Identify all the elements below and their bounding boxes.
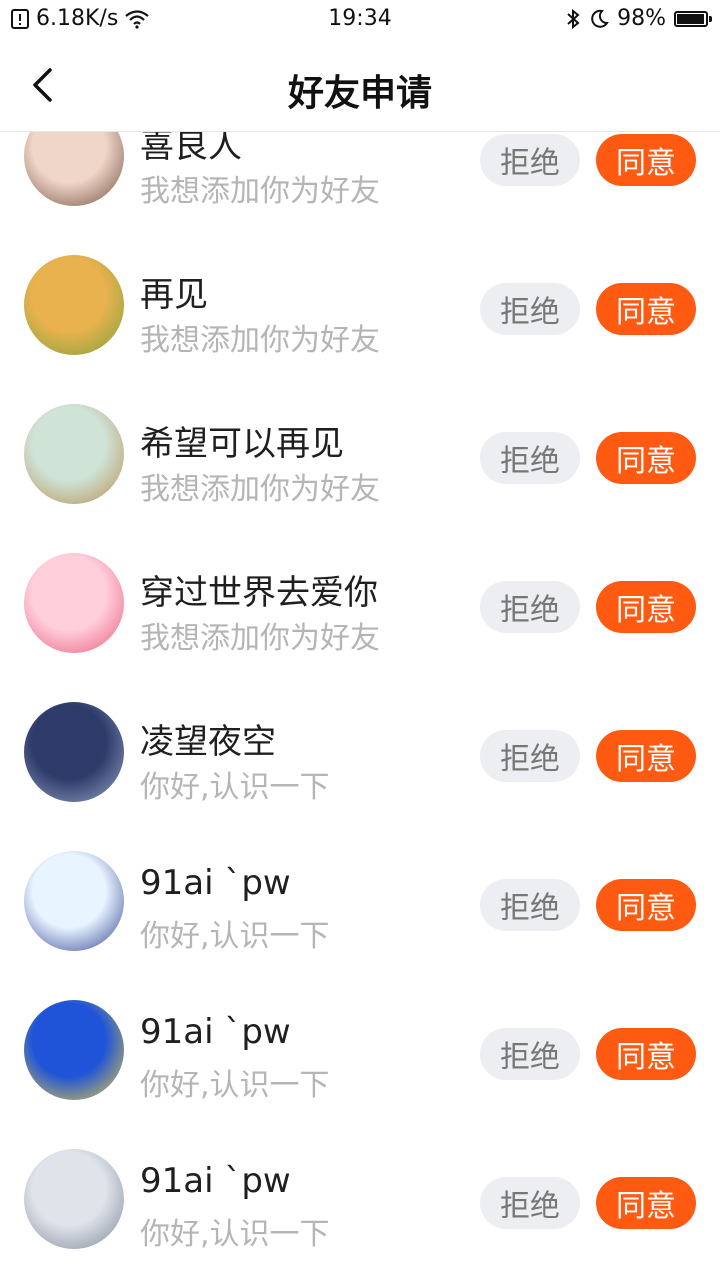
friend-request-item[interactable]: 91ai `pw 你好,认识一下 拒绝 同意 (0, 1137, 720, 1280)
avatar[interactable] (24, 851, 124, 951)
status-bar: 6.18K/s 19:34 98% (0, 0, 720, 40)
requester-name: 91ai `pw (140, 863, 291, 903)
request-message: 我想添加你为好友 (140, 472, 380, 507)
avatar[interactable] (24, 1149, 124, 1249)
friend-request-rows: 喜良人 我想添加你为好友 拒绝 同意 再见 我想添加你为好友 拒绝 同意 希望可以再见 我想添加你… (0, 132, 720, 1280)
requester-name: 穿过世界去爱你 (140, 573, 378, 613)
request-message: 我想添加你为好友 (140, 323, 380, 358)
accept-button[interactable]: 同意 (596, 432, 696, 484)
reject-button[interactable]: 拒绝 (480, 1177, 580, 1229)
friend-request-item[interactable]: 91ai `pw 你好,认识一下 拒绝 同意 (0, 839, 720, 988)
friend-request-item[interactable]: 再见我想添加你为好友 拒绝 同意 (0, 243, 720, 392)
friend-request-item[interactable]: 穿过世界去爱你我想添加你为好友 拒绝 同意 (0, 541, 720, 690)
reject-button[interactable]: 拒绝 (480, 432, 580, 484)
friend-request-item[interactable]: 喜良人我想添加你为好友 拒绝 同意 (0, 132, 720, 243)
avatar[interactable] (24, 255, 124, 355)
avatar[interactable] (24, 404, 124, 504)
friend-request-item[interactable]: 希望可以再见我想添加你为好友 拒绝 同意 (0, 392, 720, 541)
accept-button[interactable]: 同意 (596, 730, 696, 782)
battery-percent: 98% (617, 6, 666, 31)
moon-icon (591, 9, 609, 28)
accept-button[interactable]: 同意 (596, 1177, 696, 1229)
accept-button[interactable]: 同意 (596, 1028, 696, 1080)
accept-button[interactable]: 同意 (596, 283, 696, 335)
request-message: 你好,认识一下 (140, 919, 330, 954)
requester-name: 91ai `pw (140, 1161, 291, 1201)
avatar[interactable] (24, 1000, 124, 1100)
avatar[interactable] (24, 132, 124, 206)
request-message: 你好,认识一下 (140, 1217, 330, 1252)
page-title: 好友申请 (287, 73, 432, 114)
request-message: 我想添加你为好友 (140, 174, 380, 209)
friend-request-item[interactable]: 凌望夜空你好,认识一下 拒绝 同意 (0, 690, 720, 839)
accept-button[interactable]: 同意 (596, 134, 696, 186)
request-message: 我想添加你为好友 (140, 621, 380, 656)
reject-button[interactable]: 拒绝 (480, 581, 580, 633)
requester-name: 凌望夜空 (140, 722, 276, 762)
friend-request-list[interactable]: 喜良人 我想添加你为好友 拒绝 同意 再见 我想添加你为好友 拒绝 同意 希望可以再见 我想添加你… (0, 132, 720, 1280)
avatar[interactable] (24, 553, 124, 653)
bluetooth-icon (567, 8, 580, 29)
avatar[interactable] (24, 702, 124, 802)
status-right: 98% (565, 6, 712, 31)
friend-request-item[interactable]: 91ai `pw 你好,认识一下 拒绝 同意 (0, 988, 720, 1137)
accept-button[interactable]: 同意 (596, 879, 696, 931)
requester-name: 希望可以再见 (140, 424, 344, 464)
requester-name: 再见 (140, 275, 208, 315)
request-message: 你好,认识一下 (140, 1068, 330, 1103)
requester-name: 91ai `pw (140, 1012, 291, 1052)
request-message: 你好,认识一下 (140, 770, 330, 805)
nav-header: 好友申请 (0, 40, 720, 132)
battery-icon (674, 10, 712, 27)
accept-button[interactable]: 同意 (596, 581, 696, 633)
reject-button[interactable]: 拒绝 (480, 1028, 580, 1080)
reject-button[interactable]: 拒绝 (480, 879, 580, 931)
reject-button[interactable]: 拒绝 (480, 134, 580, 186)
reject-button[interactable]: 拒绝 (480, 283, 580, 335)
requester-name: 喜良人 (140, 132, 242, 166)
reject-button[interactable]: 拒绝 (480, 730, 580, 782)
